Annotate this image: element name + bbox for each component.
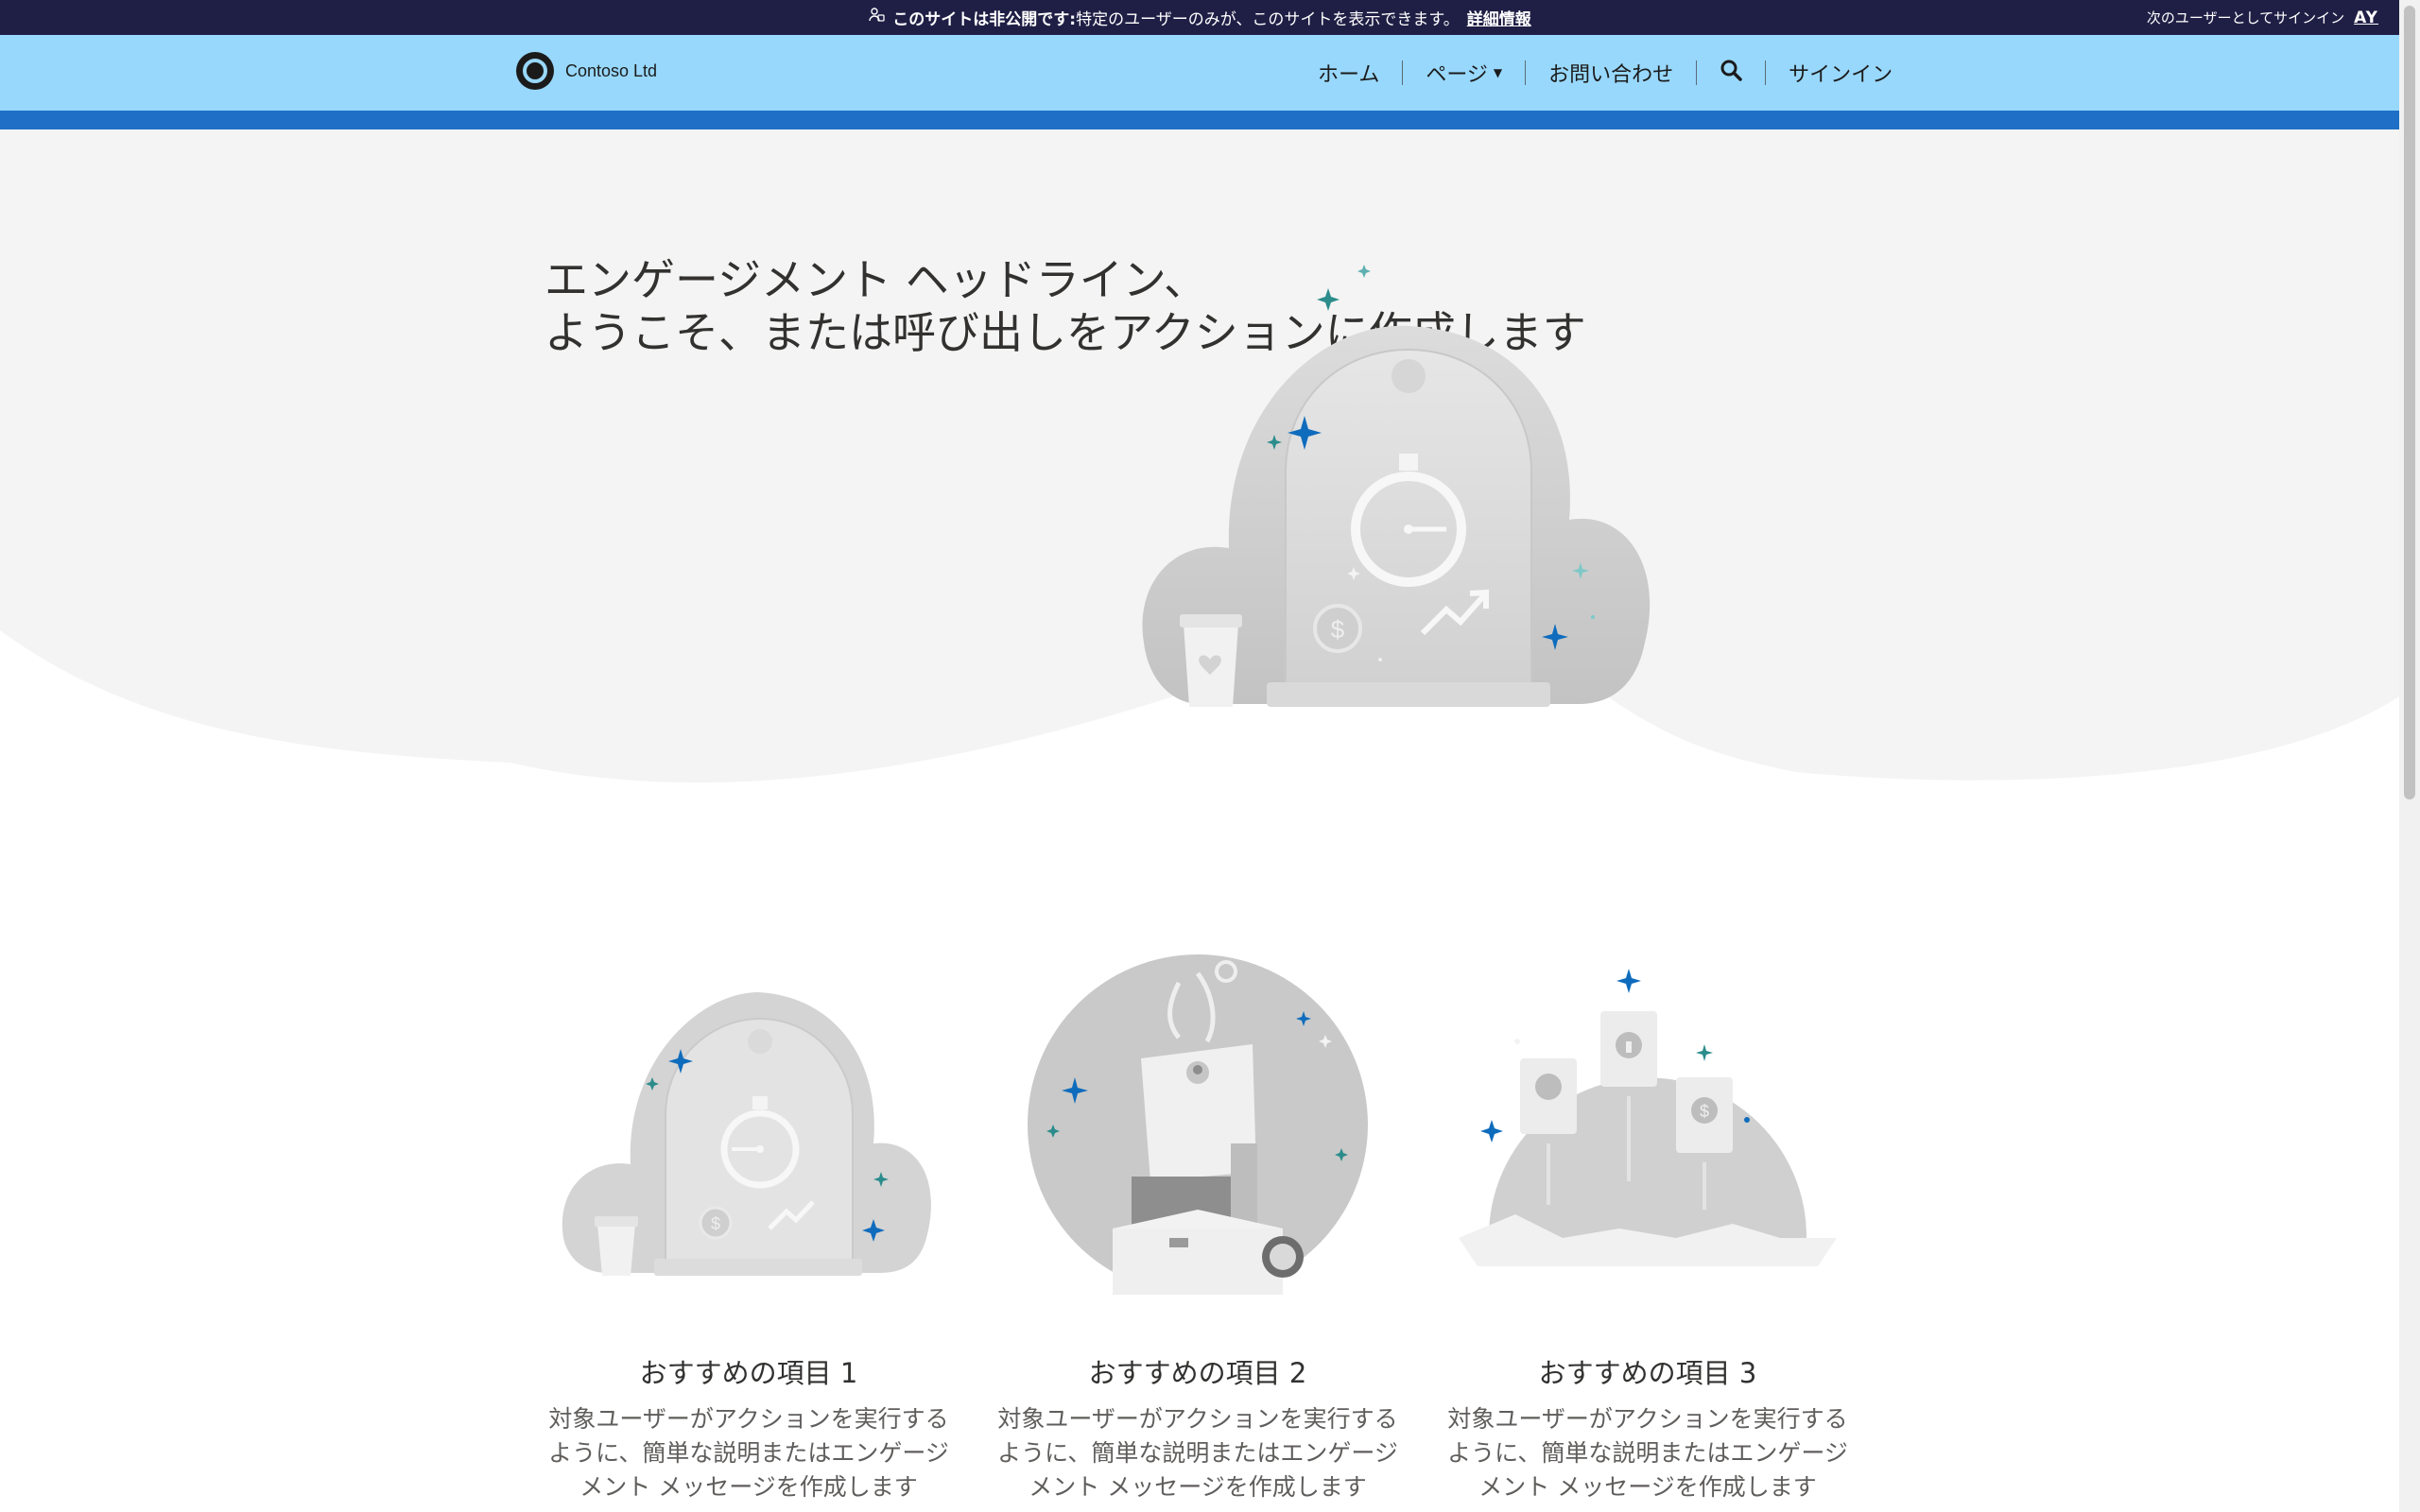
signin-as-label: 次のユーザーとしてサインイン xyxy=(2146,9,2345,26)
nav-home[interactable]: ホーム xyxy=(1295,58,1402,88)
caret-down-icon: ▼ xyxy=(1493,66,1503,79)
banner-message: このサイトは非公開です:特定のユーザーのみが、このサイトを表示できます。 詳細情… xyxy=(0,0,2399,35)
header-accent-stripe xyxy=(0,111,2399,129)
search-button[interactable] xyxy=(1697,59,1765,87)
card-desc-line: メント メッセージを作成します xyxy=(1028,1473,1367,1501)
box-and-tags-illustration xyxy=(1028,954,1368,1295)
card-description: 対象ユーザーがアクションを実行する ように、簡単な説明またはエンゲージ メント … xyxy=(527,1402,971,1504)
card-title: おすすめの項目 2 xyxy=(1088,1357,1307,1389)
signed-in-user[interactable]: 次のユーザーとしてサインイン AY xyxy=(2147,0,2378,35)
featured-card-1: $ おすすめの項目 1 対象ユーザーがアクションを実行する ように、簡単な説明ま… xyxy=(527,954,971,1501)
user-initials[interactable]: AY xyxy=(2354,9,2378,27)
card-desc-line: メント メッセージを作成します xyxy=(1478,1473,1817,1501)
banner-text: 特定のユーザーのみが、このサイトを表示できます。 xyxy=(1076,10,1460,29)
cards-info-illustration: $ xyxy=(1459,969,1837,1266)
hero-title-line1: エンゲージメント ヘッドライン、 xyxy=(544,254,1207,305)
logo-text: Contoso Ltd xyxy=(565,60,658,80)
stopwatch-illustration: $ xyxy=(562,992,931,1276)
featured-card-2: おすすめの項目 2 対象ユーザーがアクションを実行する ように、簡単な説明または… xyxy=(976,954,1420,1501)
card-desc-line: ように、簡単な説明またはエンゲージ xyxy=(997,1439,1398,1467)
scrollbar-thumb[interactable] xyxy=(2404,6,2415,799)
card-description: 対象ユーザーがアクションを実行する ように、簡単な説明またはエンゲージ メント … xyxy=(1426,1402,1870,1504)
people-icon xyxy=(868,7,885,28)
banner-bold-text: このサイトは非公開です: xyxy=(892,10,1077,29)
card-desc-line: 対象ユーザーがアクションを実行する xyxy=(997,1405,1398,1433)
nav-pages-dropdown[interactable]: ページ ▼ xyxy=(1403,58,1525,88)
banner-learn-more-link[interactable]: 詳細情報 xyxy=(1467,6,1531,29)
svg-text:$: $ xyxy=(711,1214,720,1233)
card-title: おすすめの項目 1 xyxy=(639,1357,858,1389)
main-nav: ホーム ページ ▼ お問い合わせ サインイン xyxy=(1295,35,1915,111)
card-desc-line: ように、簡単な説明またはエンゲージ xyxy=(548,1439,949,1467)
nav-contact[interactable]: お問い合わせ xyxy=(1526,58,1696,88)
private-site-banner: このサイトは非公開です:特定のユーザーのみが、このサイトを表示できます。 詳細情… xyxy=(0,0,2399,35)
vertical-scrollbar[interactable] xyxy=(2399,0,2420,1512)
card-desc-line: 対象ユーザーがアクションを実行する xyxy=(548,1405,949,1433)
card-desc-line: 対象ユーザーがアクションを実行する xyxy=(1447,1405,1848,1433)
svg-text:$: $ xyxy=(1700,1102,1709,1121)
nav-pages-label: ページ xyxy=(1426,63,1488,87)
hero-stopwatch-illustration: $ xyxy=(1142,265,1651,707)
site-header: Contoso Ltd ホーム ページ ▼ お問い合わせ サインイン xyxy=(0,35,2399,111)
contoso-logo-icon xyxy=(516,52,554,90)
card-desc-line: メント メッセージを作成します xyxy=(579,1473,918,1501)
svg-text:$: $ xyxy=(1331,615,1345,644)
search-icon xyxy=(1720,59,1742,87)
card-desc-line: ように、簡単な説明またはエンゲージ xyxy=(1447,1439,1848,1467)
featured-card-3: $ おすすめの項目 3 対象ユーザーがアクションを実行する ように、簡単な説明ま… xyxy=(1426,954,1870,1501)
site-logo[interactable]: Contoso Ltd xyxy=(516,52,657,90)
nav-signin[interactable]: サインイン xyxy=(1766,58,1915,88)
card-description: 対象ユーザーがアクションを実行する ように、簡単な説明またはエンゲージ メント … xyxy=(976,1402,1420,1504)
card-title: おすすめの項目 3 xyxy=(1538,1357,1757,1389)
